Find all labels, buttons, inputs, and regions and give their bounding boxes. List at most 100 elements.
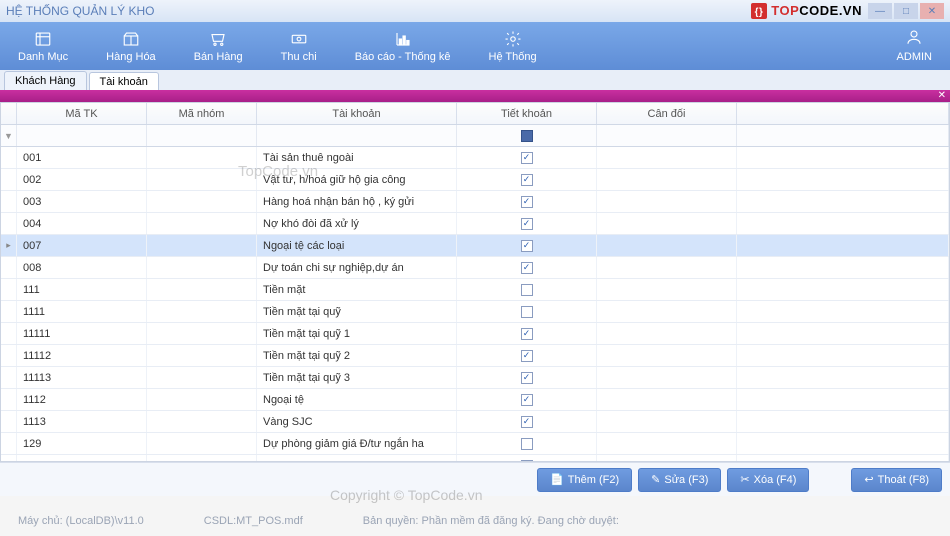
- table-row[interactable]: 111Tiền mặt: [1, 279, 949, 301]
- toolbar-thu-chi[interactable]: Thu chi: [281, 29, 317, 63]
- checkbox-icon[interactable]: [521, 284, 533, 296]
- cell-candoi: [597, 433, 737, 454]
- cell-matk: 111: [17, 279, 147, 300]
- cell-manhom: [147, 257, 257, 278]
- cell-manhom: [147, 235, 257, 256]
- filter-manhom-input[interactable]: [152, 130, 250, 142]
- table-row[interactable]: 1113 Vàng SJC ✓: [1, 411, 949, 433]
- checkbox-icon[interactable]: ✓: [521, 328, 533, 340]
- cell-candoi: [597, 191, 737, 212]
- checkbox-icon[interactable]: ✓: [521, 416, 533, 428]
- tab-khách-hàng[interactable]: Khách Hàng: [4, 71, 87, 90]
- cell-manhom: [147, 323, 257, 344]
- cell-taikhoan: Dự phòng giảm giá Đ/tư ngắn ha: [257, 433, 457, 454]
- toolbar-h-ng-h-a[interactable]: Hàng Hóa: [106, 29, 156, 63]
- table-row[interactable]: 008Dự toán chi sự nghiệp,dự án✓: [1, 257, 949, 279]
- row-indicator: [1, 213, 17, 234]
- cell-candoi: [597, 213, 737, 234]
- table-row[interactable]: 1112Ngoại tệ✓: [1, 389, 949, 411]
- filter-matk-input[interactable]: [23, 130, 139, 142]
- checkbox-icon[interactable]: ✓: [521, 174, 533, 186]
- cell-tietkhoan: ✓: [457, 235, 597, 256]
- delete-button[interactable]: ✂Xóa (F4): [727, 468, 809, 492]
- cell-matk: 1113: [17, 411, 147, 432]
- table-row[interactable]: 129Dự phòng giảm giá Đ/tư ngắn ha: [1, 433, 949, 455]
- table-row[interactable]: 11112Tiền mặt tại quỹ 2✓: [1, 345, 949, 367]
- cell-manhom: [147, 169, 257, 190]
- cell-taikhoan: Ngoại tệ các loại: [257, 235, 457, 256]
- checkbox-icon[interactable]: ✓: [521, 372, 533, 384]
- row-indicator: [1, 389, 17, 410]
- table-row[interactable]: 002 Vật tư, h/hoá giữ hộ gia công ✓: [1, 169, 949, 191]
- cell-manhom: [147, 455, 257, 462]
- cell-manhom: [147, 389, 257, 410]
- table-row[interactable]: ▸007Ngoại tệ các loại✓: [1, 235, 949, 257]
- checkbox-icon[interactable]: [521, 306, 533, 318]
- table-row[interactable]: 004Nợ khó đòi đã xử lý✓: [1, 213, 949, 235]
- add-button[interactable]: 📄Thêm (F2): [537, 468, 632, 492]
- cell-candoi: [597, 279, 737, 300]
- cell-matk: 11112: [17, 345, 147, 366]
- cell-tietkhoan: ✓: [457, 213, 597, 234]
- checkbox-icon[interactable]: ✓: [521, 394, 533, 406]
- checkbox-icon[interactable]: ✓: [521, 262, 533, 274]
- row-indicator: [1, 169, 17, 190]
- row-indicator: [1, 367, 17, 388]
- cell-matk: 002: [17, 169, 147, 190]
- cell-candoi: [597, 389, 737, 410]
- cell-tietkhoan: ✓: [457, 191, 597, 212]
- document-tabs: Khách HàngTài khoản: [0, 70, 950, 90]
- admin-menu[interactable]: ADMIN: [897, 28, 932, 63]
- cell-manhom: [147, 147, 257, 168]
- table-row[interactable]: 11113Tiền mặt tại quỹ 3✓: [1, 367, 949, 389]
- close-button[interactable]: ✕: [920, 3, 944, 19]
- cell-matk: 1111: [17, 301, 147, 322]
- cell-tietkhoan: ✓: [457, 367, 597, 388]
- grid-header: Mã TK Mã nhóm Tài khoản Tiết khoản Cân đ…: [1, 103, 949, 125]
- exit-button[interactable]: ↩Thoát (F8): [851, 468, 942, 492]
- checkbox-icon[interactable]: ✓: [521, 196, 533, 208]
- checkbox-icon[interactable]: [521, 438, 533, 450]
- tab-tài-khoản[interactable]: Tài khoản: [89, 72, 159, 91]
- toolbar-b-o-c-o-th-ng-k-[interactable]: Báo cáo - Thống kê: [355, 29, 451, 63]
- box-icon: [122, 29, 140, 49]
- cell-candoi: [597, 345, 737, 366]
- table-row[interactable]: 11111Tiền mặt tại quỹ 1✓: [1, 323, 949, 345]
- maximize-button[interactable]: □: [894, 3, 918, 19]
- column-header-taikhoan[interactable]: Tài khoản: [257, 103, 457, 124]
- toolbar-b-n-h-ng[interactable]: Bán Hàng: [194, 29, 243, 63]
- edit-button[interactable]: ✎Sửa (F3): [638, 468, 721, 492]
- checkbox-icon[interactable]: ✓: [521, 152, 533, 164]
- checkbox-icon[interactable]: ✓: [521, 240, 533, 252]
- column-header-tietkhoan[interactable]: Tiết khoản: [457, 103, 597, 124]
- table-row[interactable]: 1111Tiền mặt tại quỹ: [1, 301, 949, 323]
- filter-taikhoan-input[interactable]: [267, 130, 446, 142]
- chart-icon: [394, 29, 412, 49]
- filter-tietkhoan-checkbox[interactable]: [521, 130, 533, 142]
- filter-indicator: ▼: [1, 125, 17, 146]
- cell-taikhoan: Vàng SJC: [257, 411, 457, 432]
- column-header-candoi[interactable]: Cân đối: [597, 103, 737, 124]
- filter-candoi-input[interactable]: [604, 130, 729, 142]
- checkbox-icon[interactable]: ✓: [521, 218, 533, 230]
- checkbox-icon[interactable]: ✓: [521, 350, 533, 362]
- titlebar: HỆ THỐNG QUẢN LÝ KHO {} TOPCODE.VN — □ ✕: [0, 0, 950, 22]
- cell-tietkhoan: ✓: [457, 169, 597, 190]
- row-indicator: [1, 455, 17, 462]
- table-row[interactable]: 131Phải thu khách hàng: [1, 455, 949, 462]
- cell-taikhoan: Vật tư, h/hoá giữ hộ gia công: [257, 169, 457, 190]
- minimize-button[interactable]: —: [868, 3, 892, 19]
- grid-body[interactable]: 001Tài sản thuê ngoài✓002 Vật tư, h/hoá g…: [1, 147, 949, 462]
- table-row[interactable]: 003Hàng hoá nhận bán hộ , ký gửi✓: [1, 191, 949, 213]
- status-db: CSDL:MT_POS.mdf: [204, 515, 303, 527]
- cell-candoi: [597, 147, 737, 168]
- cell-manhom: [147, 345, 257, 366]
- column-header-matk[interactable]: Mã TK: [17, 103, 147, 124]
- toolbar-h-th-ng[interactable]: Hệ Thống: [489, 29, 537, 63]
- list-icon: [34, 29, 52, 49]
- toolbar-danh-m-c[interactable]: Danh Mục: [18, 29, 68, 63]
- column-header-manhom[interactable]: Mã nhóm: [147, 103, 257, 124]
- table-row[interactable]: 001Tài sản thuê ngoài✓: [1, 147, 949, 169]
- plus-icon: 📄: [550, 473, 564, 486]
- tab-close-icon[interactable]: ✕: [938, 90, 946, 101]
